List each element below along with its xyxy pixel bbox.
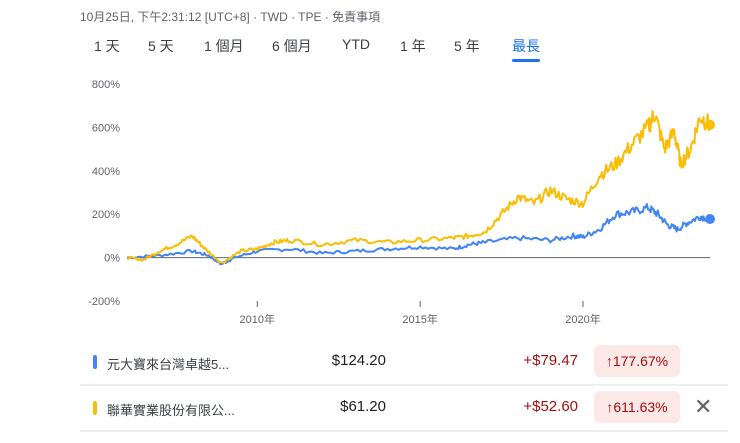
series-color-marker (93, 355, 97, 369)
y-tick-label: 0% (104, 253, 120, 265)
series-color-marker (93, 401, 97, 415)
series-line-0 (126, 203, 711, 266)
comparison-chart: 800% 600% 400% 200% 0% -200% 2010年 2015年 2020年 (88, 79, 715, 326)
x-tick-label: 2020年 (565, 312, 600, 326)
compare-row[interactable]: 元大寶來台灣卓越5... $124.20 +$79.47 ↑177.67% (80, 340, 728, 386)
y-tick-label: 600% (92, 122, 120, 134)
series-line-1 (126, 110, 711, 264)
y-tick-label: -200% (88, 296, 120, 308)
percent-change-badge: ↑611.63% (594, 391, 680, 423)
remove-comparison-button[interactable]: ✕ (694, 394, 712, 420)
y-tick-label: 800% (92, 79, 120, 91)
series-end-dot-0 (705, 213, 715, 224)
y-tick-label: 200% (92, 209, 120, 221)
y-tick-label: 400% (92, 166, 120, 178)
price-change: +$79.47 (523, 352, 578, 369)
series-end-dot-1 (705, 119, 715, 130)
x-tick-label: 2010年 (240, 312, 275, 326)
percent-change-badge: ↑177.67% (594, 345, 680, 377)
security-name: 元大寶來台灣卓越5... (107, 357, 230, 372)
arrow-up-icon: ↑ (605, 353, 613, 369)
security-price: $124.20 (331, 352, 386, 369)
x-tick-label: 2015年 (402, 312, 437, 326)
security-name: 聯華實業股份有限公... (107, 403, 235, 418)
price-change: +$52.60 (523, 398, 578, 415)
compare-row[interactable]: 聯華實業股份有限公... $61.20 +$52.60 ↑611.63% ✕ (80, 386, 728, 432)
security-price: $61.20 (340, 398, 386, 415)
